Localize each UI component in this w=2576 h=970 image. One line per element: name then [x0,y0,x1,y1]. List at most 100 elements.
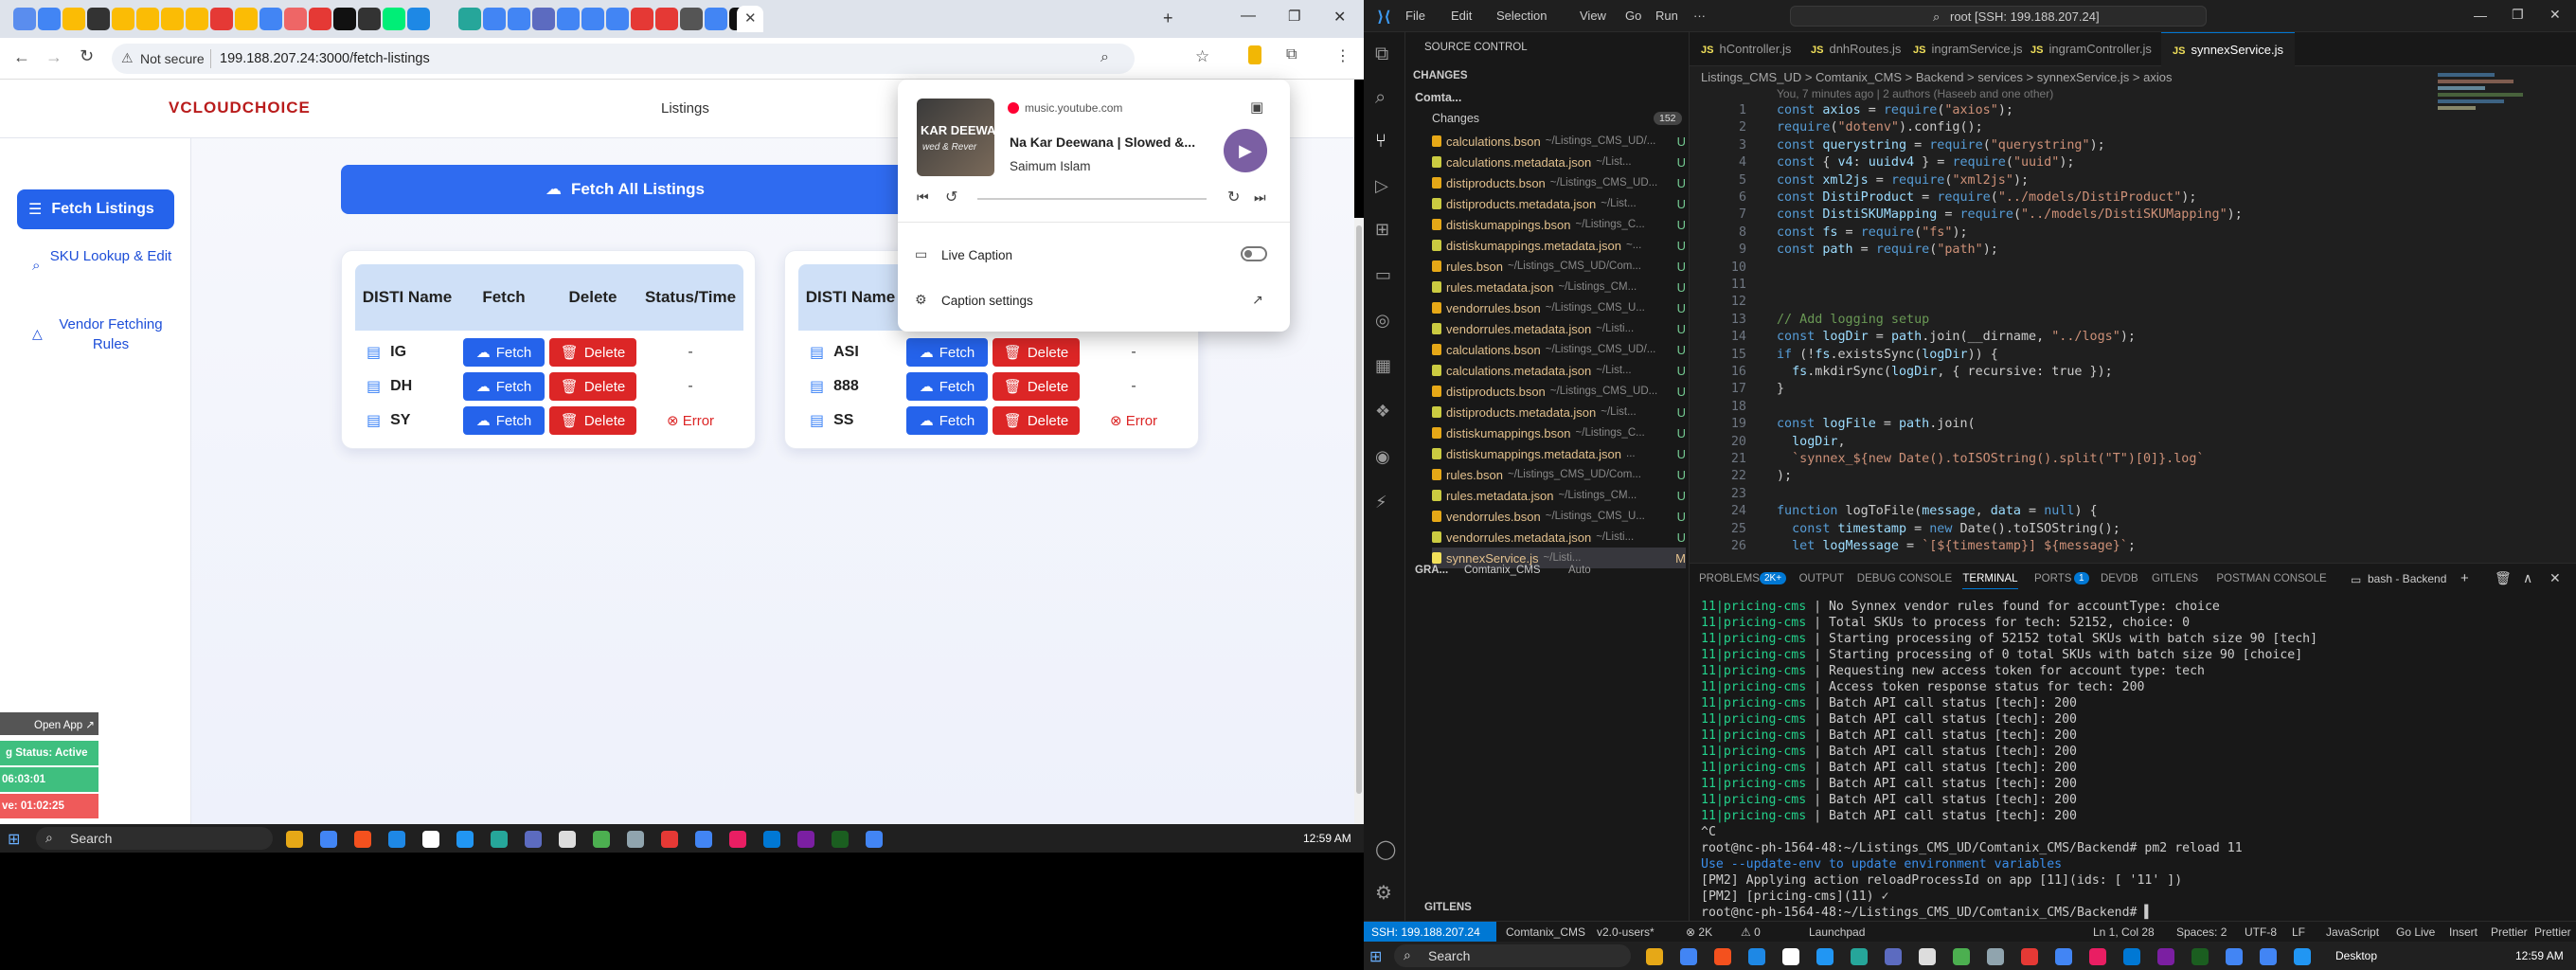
changes-group-label[interactable]: Changes [1432,112,1479,125]
browser-tab-favicon[interactable] [112,8,134,30]
taskbar-app-icon[interactable] [2055,948,2072,965]
taskbar-desktop[interactable]: Desktop [2335,949,2377,962]
delete-button[interactable]: 🗑 Delete [993,338,1080,367]
taskbar-app-icon[interactable] [1885,948,1902,965]
changes-section-header[interactable]: CHANGES [1413,70,1468,81]
window-close-icon[interactable]: ✕ [1333,8,1346,27]
taskbar-app-icon[interactable] [1987,948,2004,965]
editor-tab[interactable]: JS ingramController.js [2019,32,2163,66]
changed-file-item[interactable]: distiproducts.bson ~/Listings_CMS_UD... U [1432,381,1686,402]
browser-tab-favicon[interactable] [63,8,85,30]
taskbar-app-icon[interactable] [320,831,337,848]
close-tab-icon[interactable]: ✕ [744,9,757,27]
new-terminal-icon[interactable]: + [2460,570,2469,586]
browser-tab-favicon[interactable] [557,8,580,30]
taskbar-app-icon[interactable] [286,831,303,848]
menu-item[interactable]: Edit [1451,9,1472,23]
active-tab[interactable]: ✕ [737,6,763,32]
gitlens-section-header[interactable]: GITLENS [1424,902,1472,913]
seek-back-icon[interactable]: ↺ [945,188,957,207]
browser-tab-favicon[interactable] [532,8,555,30]
settings-gear-icon[interactable]: ⚙ [1375,881,1392,905]
changed-file-item[interactable]: distiproducts.metadata.json ~/List... U [1432,193,1686,214]
editor-tab[interactable]: JS hController.js [1690,32,1802,66]
taskbar-app-icon[interactable] [1816,948,1834,965]
new-tab-icon[interactable]: + [1163,9,1173,28]
repo-name[interactable]: Comta... [1415,91,1461,104]
browser-tab-favicon[interactable] [13,8,36,30]
status-go-live[interactable]: Go Live [2396,925,2435,939]
browser-tab-favicon[interactable] [161,8,184,30]
close-panel-icon[interactable]: ✕ [2549,570,2561,586]
panel-tab[interactable]: GITLENS [2152,573,2198,584]
sidebar-item-sku-lookup[interactable]: ⌕ SKU Lookup & Edit [25,246,176,274]
browser-tab-favicon[interactable] [235,8,258,30]
caption-settings-link[interactable]: Caption settings [941,294,1033,308]
windows-start-icon[interactable]: ⊞ [8,830,20,849]
menu-item[interactable]: Selection [1496,9,1547,23]
taskbar-app-icon[interactable] [525,831,542,848]
windows-start-icon[interactable]: ⊞ [1369,947,1382,966]
graph-repo[interactable]: Comtanix_CMS [1464,565,1541,576]
taskbar-app-icon[interactable] [2191,948,2209,965]
changed-file-item[interactable]: rules.metadata.json ~/Listings_CM... U [1432,485,1686,506]
menu-item[interactable]: ··· [1693,9,1706,23]
taskbar-app-icon[interactable] [661,831,678,848]
extensions-icon[interactable]: ⊞ [1375,220,1389,240]
changed-file-item[interactable]: calculations.metadata.json ~/List... U [1432,152,1686,172]
taskbar-app-icon[interactable] [559,831,576,848]
taskbar-app-icon[interactable] [2294,948,2311,965]
next-track-icon[interactable]: ⏭ [1254,189,1266,206]
zoom-icon[interactable]: ⌕ [1100,49,1109,66]
taskbar-search[interactable]: ⌕ Search [36,827,273,850]
taskbar-app-icon[interactable] [1782,948,1799,965]
editor-tab[interactable]: JS dnhRoutes.js [1799,32,1912,66]
previous-track-icon[interactable]: ⏮ [917,189,929,206]
remote-ssh-indicator[interactable]: SSH: 199.188.207.24 [1364,922,1496,943]
fetch-button[interactable]: ☁ Fetch [463,372,545,401]
explorer-icon[interactable]: ⧉ [1375,44,1388,65]
status-version[interactable]: v2.0-users* [1597,925,1655,939]
status-branch[interactable]: Comtanix_CMS [1506,925,1585,939]
changed-file-item[interactable]: rules.bson ~/Listings_CMS_UD/Com... U [1432,256,1686,277]
browser-tab-favicon[interactable] [655,8,678,30]
menu-item[interactable]: File [1405,9,1425,23]
reload-icon[interactable]: ↻ [80,46,94,66]
changed-file-item[interactable]: vendorrules.bson ~/Listings_CMS_U... U [1432,297,1686,318]
browser-tab-favicon[interactable] [581,8,604,30]
command-center-search[interactable]: ⌕ root [SSH: 199.188.207.24] [1790,6,2207,27]
browser-tab-favicon[interactable] [680,8,703,30]
delete-button[interactable]: 🗑 Delete [993,372,1080,401]
picture-in-picture-icon[interactable]: ▣ [1250,99,1263,116]
seek-forward-icon[interactable]: ↻ [1227,188,1240,207]
restore-icon[interactable]: ❐ [1288,8,1300,25]
taskbar-app-icon[interactable] [388,831,405,848]
source-control-icon[interactable]: ⑂ [1375,131,1386,153]
browser-tab-favicon[interactable] [309,8,331,30]
live-caption-toggle[interactable] [1241,246,1267,261]
changed-file-item[interactable]: calculations.bson ~/Listings_CMS_UD/... U [1432,131,1686,152]
live-share-icon[interactable]: ⚡ [1375,493,1387,512]
forward-icon[interactable]: → [45,47,63,67]
menu-item[interactable]: Run [1655,9,1678,23]
changed-file-item[interactable]: calculations.metadata.json ~/List... U [1432,360,1686,381]
extensions-puzzle-icon[interactable]: ⧉ [1286,46,1297,63]
changed-file-item[interactable]: calculations.bson ~/Listings_CMS_UD/... U [1432,339,1686,360]
sidebar-item-fetch-listings[interactable]: ☰ Fetch Listings [17,189,174,229]
fetch-button[interactable]: ☁ Fetch [906,338,988,367]
status-cursor-position[interactable]: Ln 1, Col 28 [2093,925,2155,939]
delete-button[interactable]: 🗑 Delete [549,338,636,367]
taskbar-app-icon[interactable] [2021,948,2038,965]
status-cell[interactable]: ⊗ Error [1081,412,1187,429]
panel-tab[interactable]: TERMINAL [1962,573,2018,589]
minimize-icon[interactable]: — [2474,8,2487,23]
browser-tab-favicon[interactable] [508,8,530,30]
taskbar-app-icon[interactable] [866,831,883,848]
browser-tab-favicon[interactable] [383,8,405,30]
changed-file-item[interactable]: distiproducts.bson ~/Listings_CMS_UD... U [1432,172,1686,193]
changed-file-item[interactable]: rules.metadata.json ~/Listings_CM... U [1432,277,1686,297]
minimize-icon[interactable]: — [1241,8,1256,25]
taskbar-app-icon[interactable] [491,831,508,848]
changed-file-item[interactable]: distiproducts.metadata.json ~/List... U [1432,402,1686,422]
taskbar-app-icon[interactable] [1680,948,1697,965]
